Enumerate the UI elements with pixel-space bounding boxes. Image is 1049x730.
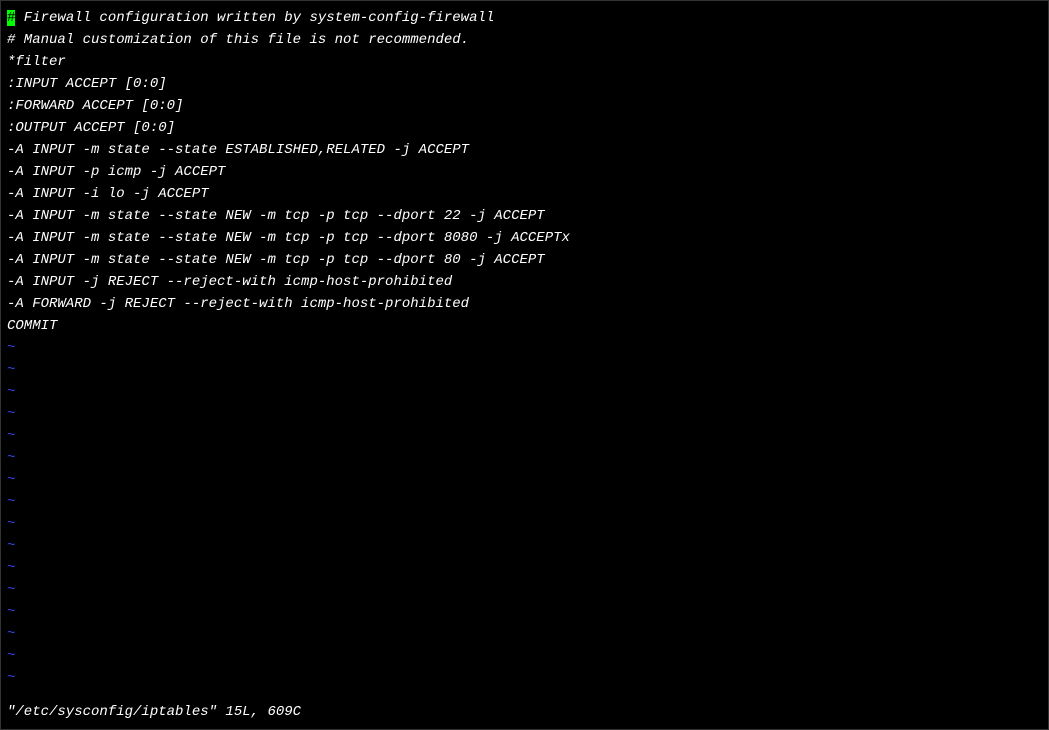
empty-line-marker: ~ bbox=[7, 645, 1042, 667]
file-line: -A FORWARD -j REJECT --reject-with icmp-… bbox=[7, 293, 1042, 315]
empty-line-marker: ~ bbox=[7, 381, 1042, 403]
empty-line-marker: ~ bbox=[7, 337, 1042, 359]
file-line: *filter bbox=[7, 51, 1042, 73]
file-line: # Firewall configuration written by syst… bbox=[7, 7, 1042, 29]
terminal-window[interactable]: # Firewall configuration written by syst… bbox=[1, 1, 1048, 729]
file-line: :OUTPUT ACCEPT [0:0] bbox=[7, 117, 1042, 139]
editor-content[interactable]: # Firewall configuration written by syst… bbox=[7, 7, 1042, 701]
empty-line-marker: ~ bbox=[7, 469, 1042, 491]
empty-line-marker: ~ bbox=[7, 447, 1042, 469]
vim-status-bar: "/etc/sysconfig/iptables" 15L, 609C bbox=[7, 701, 1042, 723]
file-line: -A INPUT -m state --state NEW -m tcp -p … bbox=[7, 249, 1042, 271]
file-line: -A INPUT -p icmp -j ACCEPT bbox=[7, 161, 1042, 183]
empty-line-marker: ~ bbox=[7, 557, 1042, 579]
file-line: :INPUT ACCEPT [0:0] bbox=[7, 73, 1042, 95]
line-text: Firewall configuration written by system… bbox=[15, 10, 494, 26]
file-line: COMMIT bbox=[7, 315, 1042, 337]
empty-line-marker: ~ bbox=[7, 601, 1042, 623]
file-line: -A INPUT -i lo -j ACCEPT bbox=[7, 183, 1042, 205]
file-line: -A INPUT -j REJECT --reject-with icmp-ho… bbox=[7, 271, 1042, 293]
file-line: -A INPUT -m state --state ESTABLISHED,RE… bbox=[7, 139, 1042, 161]
file-line: -A INPUT -m state --state NEW -m tcp -p … bbox=[7, 205, 1042, 227]
empty-line-marker: ~ bbox=[7, 667, 1042, 689]
file-line: -A INPUT -m state --state NEW -m tcp -p … bbox=[7, 227, 1042, 249]
file-line: :FORWARD ACCEPT [0:0] bbox=[7, 95, 1042, 117]
file-line: # Manual customization of this file is n… bbox=[7, 29, 1042, 51]
empty-line-marker: ~ bbox=[7, 579, 1042, 601]
empty-line-marker: ~ bbox=[7, 359, 1042, 381]
empty-line-marker: ~ bbox=[7, 491, 1042, 513]
empty-line-marker: ~ bbox=[7, 623, 1042, 645]
empty-line-marker: ~ bbox=[7, 535, 1042, 557]
empty-line-marker: ~ bbox=[7, 403, 1042, 425]
empty-line-marker: ~ bbox=[7, 513, 1042, 535]
empty-line-marker: ~ bbox=[7, 425, 1042, 447]
